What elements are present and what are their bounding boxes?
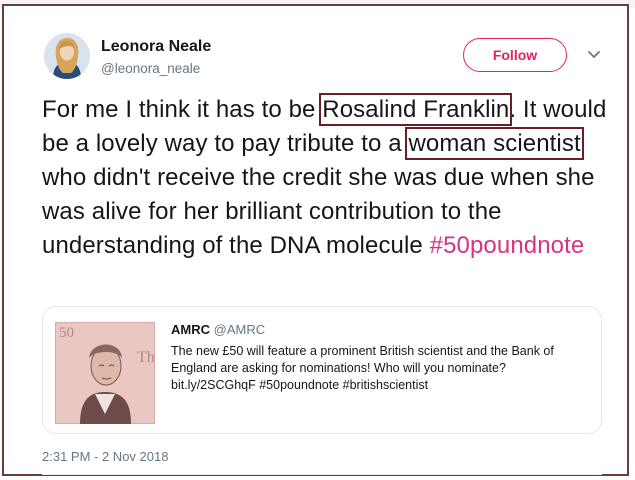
hashtag-link[interactable]: #50poundnote bbox=[430, 232, 585, 259]
highlight-rosalind-franklin: Rosalind Franklin bbox=[319, 93, 513, 126]
svg-text:Th: Th bbox=[137, 349, 155, 366]
quoted-author-name: AMRC bbox=[171, 322, 210, 337]
timestamp[interactable]: 2:31 PM - 2 Nov 2018 bbox=[42, 449, 168, 464]
quoted-tweet[interactable]: Th 50 AMRC @AMRC The new £50 will featur… bbox=[42, 306, 602, 434]
tweet-text-part-1: For me I think it has to be bbox=[42, 96, 323, 123]
follow-button[interactable]: Follow bbox=[463, 38, 567, 72]
author-name[interactable]: Leonora Neale bbox=[101, 38, 211, 56]
quoted-author[interactable]: AMRC @AMRC bbox=[171, 322, 265, 337]
avatar[interactable] bbox=[44, 33, 90, 79]
chevron-down-icon[interactable] bbox=[585, 46, 603, 64]
tweet-text: For me I think it has to be Rosalind Fra… bbox=[42, 93, 614, 263]
banknote-label: 50 bbox=[59, 325, 74, 341]
avatar-photo bbox=[44, 33, 90, 79]
author-handle[interactable]: @leonora_neale bbox=[101, 61, 200, 76]
highlight-woman-scientist: woman scientist bbox=[405, 127, 584, 160]
quoted-author-handle: @AMRC bbox=[213, 322, 266, 337]
divider bbox=[42, 474, 602, 475]
quoted-text: The new £50 will feature a prominent Bri… bbox=[171, 344, 554, 392]
